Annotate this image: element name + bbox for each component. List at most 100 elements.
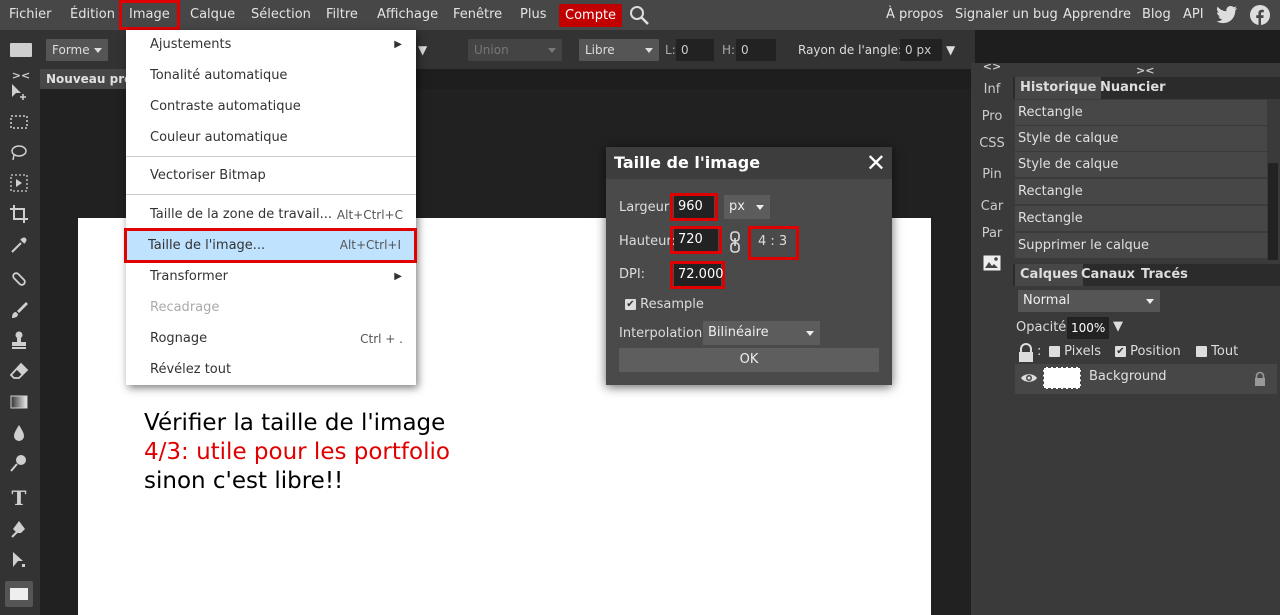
chevron-down-icon[interactable]: ▼ [1113,319,1123,334]
path-select-tool-icon[interactable] [8,550,30,572]
menu-compte[interactable]: Compte [559,4,623,27]
blur-tool-icon[interactable] [8,423,30,445]
tab-historique[interactable]: Historique [1015,77,1102,99]
eraser-tool-icon[interactable] [8,361,30,383]
tab-nuancier[interactable]: Nuancier [1095,77,1171,99]
menu-item-couleur-auto[interactable]: Couleur automatique [126,124,416,152]
width-input[interactable]: 960 [674,196,714,218]
blend-mode-dropdown[interactable]: Normal [1018,290,1160,312]
menu-item-label: Tonalité automatique [150,68,288,83]
eye-icon[interactable] [1020,371,1038,389]
history-item[interactable]: Style de calque [1015,126,1267,152]
menu-apprendre[interactable]: Apprendre [1063,0,1131,30]
photopea-app: Fichier Édition Image Calque Sélection F… [0,0,1280,615]
menu-item-ajustements[interactable]: Ajustements ▶ [126,31,416,59]
gradient-tool-icon[interactable] [8,392,30,414]
mini-brush[interactable]: Pin [971,161,1013,188]
image-icon[interactable] [971,249,1013,276]
resample-checkbox[interactable]: ✔ Resample [625,297,704,312]
checkmark-icon: ✔ [625,299,636,310]
rectangle-tool-icon[interactable] [5,581,33,607]
lasso-tool-icon[interactable] [8,143,30,165]
l-input[interactable]: 0 [676,39,714,61]
unit-dropdown[interactable]: px [724,195,770,219]
menu-image[interactable]: Image [119,0,180,30]
mini-character[interactable]: Car [971,193,1013,220]
history-item[interactable]: Supprimer le calque [1015,233,1267,259]
checkbox-empty [1196,346,1207,357]
menu-filtre[interactable]: Filtre [326,0,358,30]
dpi-input[interactable]: 72.000 [674,264,724,286]
height-input[interactable]: 720 [674,229,718,251]
rayon-input[interactable]: 0 px [900,39,942,61]
twitter-icon[interactable] [1216,5,1238,25]
ok-button[interactable]: OK [619,348,879,372]
lock-all-checkbox[interactable]: Tout [1196,344,1238,359]
history-item[interactable]: Rectangle [1015,206,1267,232]
marquee-tool-icon[interactable] [8,112,30,134]
lock-position-checkbox[interactable]: ✔ Position [1115,344,1181,359]
menu-item-transformer[interactable]: Transformer ▶ [126,263,416,291]
tab-traces[interactable]: Tracés [1136,264,1193,286]
opacity-input[interactable]: 100% [1067,317,1109,339]
move-tool-icon[interactable] [8,82,30,104]
menu-api[interactable]: API [1183,0,1204,30]
chevron-down-icon[interactable]: ▼ [946,39,955,61]
lock-pixels-checkbox[interactable]: Pixels [1049,344,1101,359]
mini-panel: <> Inf Pro CSS Pin Car Par [971,60,1013,615]
tab-calques[interactable]: Calques [1015,264,1083,286]
history-scrollbar[interactable] [1268,163,1278,260]
menu-separator [126,156,416,157]
union-dropdown[interactable]: Union [468,39,562,61]
menu-blog[interactable]: Blog [1142,0,1171,30]
menu-fichier[interactable]: Fichier [9,0,52,30]
interpolation-dropdown[interactable]: Bilinéaire [703,321,820,345]
menu-signaler-bug[interactable]: Signaler un bug [955,0,1058,30]
shape-swatch[interactable] [10,43,32,57]
menu-selection[interactable]: Sélection [251,0,311,30]
search-icon[interactable] [628,4,650,26]
h-input[interactable]: 0 [736,39,776,61]
chevron-down-icon[interactable]: ▼ [418,39,427,61]
layer-row[interactable]: Background [1015,364,1277,394]
healing-tool-icon[interactable] [8,269,30,291]
menu-item-tonalite-auto[interactable]: Tonalité automatique [126,62,416,90]
text-tool-icon[interactable]: T [8,487,30,509]
history-item[interactable]: Rectangle [1015,179,1267,205]
brush-tool-icon[interactable] [8,300,30,322]
menu-item-vectoriser-bitmap[interactable]: Vectoriser Bitmap [126,162,416,190]
document-tab[interactable]: Nouveau pro [40,69,135,89]
mini-properties[interactable]: Pro [971,103,1013,130]
collapse-toggle-icon[interactable]: <> [971,59,1013,75]
facebook-icon[interactable] [1250,5,1270,25]
pen-tool-icon[interactable] [8,519,30,541]
menu-item-label: Transformer [150,269,229,284]
mini-css[interactable]: CSS [971,130,1013,157]
menu-item-rognage[interactable]: Rognage Ctrl + . [126,325,416,353]
close-icon[interactable]: ✕ [866,149,886,177]
crop-tool-icon[interactable] [8,204,30,226]
menu-plus[interactable]: Plus [520,0,546,30]
mini-paragraph[interactable]: Par [971,220,1013,247]
menu-fenetre[interactable]: Fenêtre [453,0,502,30]
history-item[interactable]: Style de calque [1015,152,1267,178]
menu-calque[interactable]: Calque [190,0,235,30]
menu-affichage[interactable]: Affichage [377,0,438,30]
forme-dropdown[interactable]: Forme [46,39,108,61]
history-item[interactable]: Rectangle [1015,100,1267,126]
mode-dropdown[interactable]: Libre [579,39,659,61]
menu-item-contraste-auto[interactable]: Contraste automatique [126,93,416,121]
menu-a-propos[interactable]: À propos [886,0,943,30]
quick-select-tool-icon[interactable] [8,173,30,195]
link-chain-icon[interactable] [729,231,741,257]
menu-item-revelez-tout[interactable]: Révélez tout [126,356,416,384]
dodge-tool-icon[interactable] [8,453,30,475]
mini-info[interactable]: Inf [971,76,1013,103]
menu-item-taille-zone-travail[interactable]: Taille de la zone de travail... Alt+Ctrl+… [126,201,416,229]
menu-edition[interactable]: Édition [70,0,115,30]
layer-lock-icon [1253,371,1267,391]
stamp-tool-icon[interactable] [8,330,30,352]
menu-item-taille-image[interactable]: Taille de l'image... Alt+Ctrl+I [124,228,417,263]
tab-canaux[interactable]: Canaux [1076,264,1140,286]
eyedropper-tool-icon[interactable] [8,235,30,257]
